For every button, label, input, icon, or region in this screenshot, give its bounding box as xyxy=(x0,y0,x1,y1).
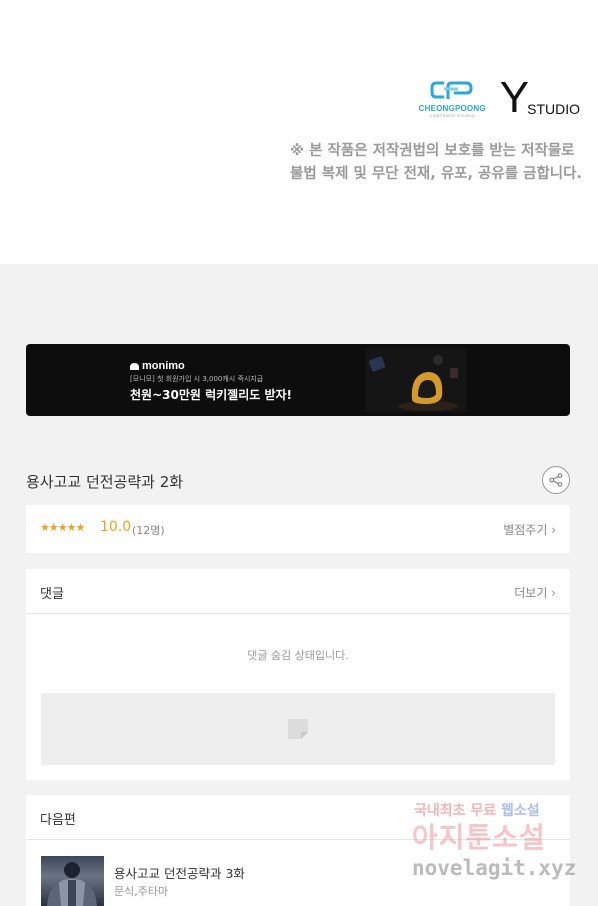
publisher-logos: CHEONGPOONG CONTENTS STUDIO Y STUDIO xyxy=(419,73,580,122)
comments-card: 댓글 더보기 › 댓글 숨김 상태입니다. xyxy=(26,569,570,780)
banner-jelly-illustration xyxy=(366,348,466,412)
cheongpoong-logo-mark xyxy=(430,81,473,99)
ystudio-letter: Y xyxy=(499,73,530,122)
banner-subtext: [모니모] 첫 회원가입 시 3,000캐시 즉시지급 xyxy=(130,375,264,383)
comments-header: 댓글 더보기 › xyxy=(26,569,570,614)
watermark-line-3: novelagit.xyz xyxy=(412,856,577,880)
cheongpoong-subtitle: CONTENTS STUDIO xyxy=(429,113,476,118)
comments-title: 댓글 xyxy=(40,587,64,602)
copyright-line-2: 불법 복제 및 무단 전재, 유포, 공유를 금합니다. xyxy=(290,166,582,182)
copyright-line-1: ※ 본 작품은 저작권법의 보호를 받는 저작물로 xyxy=(290,143,575,159)
banner-headline: 천원~30만원 럭키젤리도 받자! xyxy=(130,388,293,402)
comments-hidden-message: 댓글 숨김 상태입니다. xyxy=(247,649,349,662)
rate-button[interactable]: 별점주기 › xyxy=(503,521,556,538)
next-episode-author: 문식,주타마 xyxy=(114,885,169,898)
copyright-section: CHEONGPOONG CONTENTS STUDIO Y STUDIO ※ 본… xyxy=(0,0,598,264)
next-episode-thumbnail xyxy=(41,856,104,906)
next-episode-item-title: 용사고교 던전공략과 3화 xyxy=(114,866,245,881)
rating-count: (12명) xyxy=(132,524,165,537)
ad-banner[interactable]: monimo [모니모] 첫 회원가입 시 3,000캐시 즉시지급 천원~30… xyxy=(26,344,570,416)
share-icon xyxy=(549,473,563,487)
comment-placeholder-icon xyxy=(288,719,308,739)
ystudio-logo: Y STUDIO xyxy=(499,73,580,122)
comments-more-button[interactable]: 더보기 › xyxy=(514,584,556,601)
next-episode-title: 다음편 xyxy=(40,813,76,828)
cheongpoong-logo: CHEONGPOONG CONTENTS STUDIO xyxy=(419,80,486,118)
banner-brand: monimo xyxy=(130,360,185,372)
banner-brand-text: monimo xyxy=(142,360,185,372)
rating-score: 10.0 xyxy=(100,519,132,535)
monimo-logo-icon xyxy=(130,362,139,370)
comment-input-area[interactable] xyxy=(41,693,555,765)
site-watermark: 국내최초 무료 웹소설 아지툰소설 novelagit.xyz xyxy=(412,800,582,892)
cheongpoong-name: CHEONGPOONG xyxy=(418,104,486,113)
episode-title: 용사고교 던전공략과 2화 xyxy=(26,473,184,491)
thumbnail-knight-image xyxy=(47,862,97,906)
rating-stars: ★★★★★ xyxy=(40,521,85,534)
watermark-line-2: 아지툰소설 xyxy=(412,821,546,854)
rating-card: ★★★★★ 10.0 (12명) 별점주기 › xyxy=(26,505,570,553)
episode-title-row: 용사고교 던전공략과 2화 xyxy=(26,464,570,496)
copyright-notice: ※ 본 작품은 저작권법의 보호를 받는 저작물로 불법 복제 및 무단 전재,… xyxy=(290,140,582,186)
share-button[interactable] xyxy=(542,466,570,494)
ystudio-name: STUDIO xyxy=(527,101,580,117)
